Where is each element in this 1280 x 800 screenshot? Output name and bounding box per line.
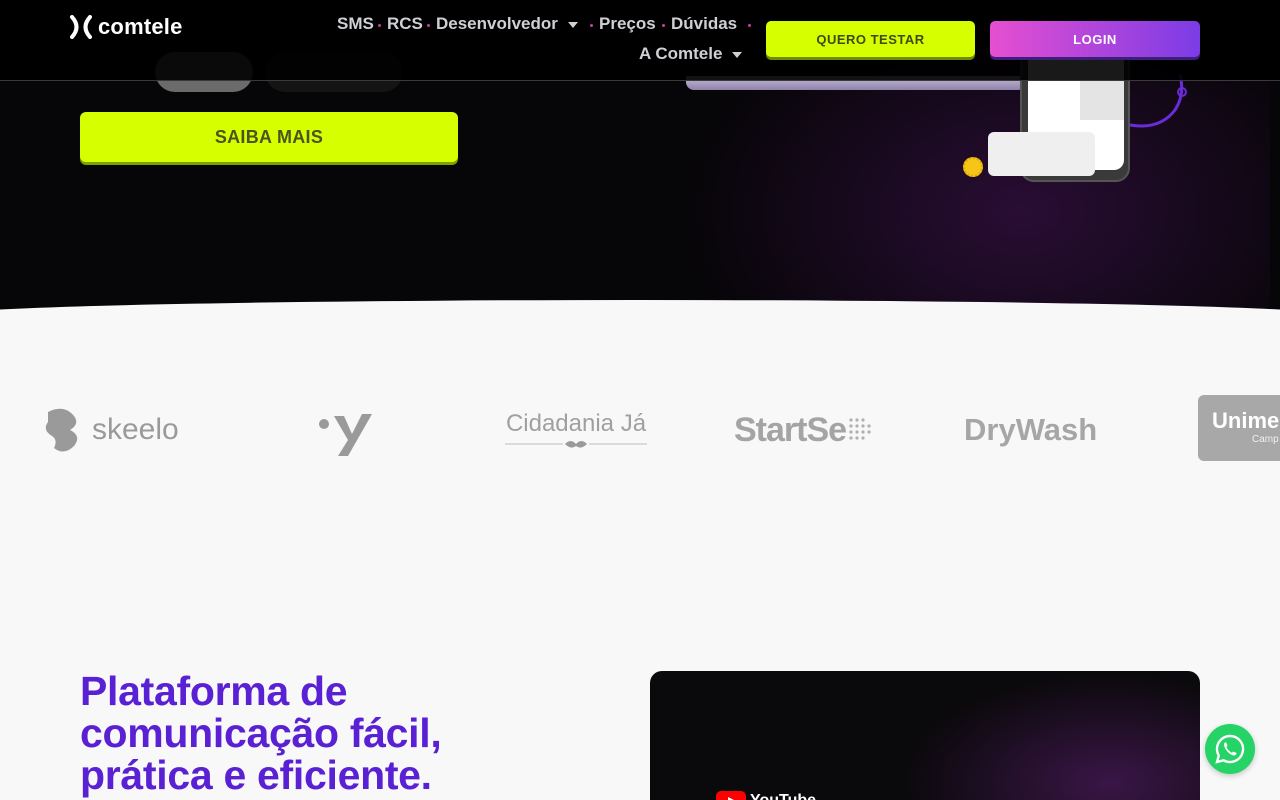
youtube-icon xyxy=(716,791,746,800)
whatsapp-icon[interactable] xyxy=(1205,724,1255,774)
youtube-logo: YouTube xyxy=(716,791,816,800)
coin-icon xyxy=(963,157,983,177)
nav-separator xyxy=(662,24,665,27)
hero-curve-divider xyxy=(0,300,1280,320)
nav-item-label: A Comtele xyxy=(639,44,723,63)
unimed-text: Unime xyxy=(1212,408,1280,433)
nav-separator xyxy=(427,24,430,27)
logo-text: comtele xyxy=(98,14,183,39)
nav-item-label: Desenvolvedor xyxy=(436,14,558,33)
skeelo-logo: skeelo xyxy=(40,390,179,470)
y-logo: y xyxy=(316,390,376,470)
cidadania-ja-text: Cidadania Já xyxy=(505,410,647,437)
nav-separator xyxy=(590,24,593,27)
saiba-mais-button[interactable]: SAIBA MAIS xyxy=(80,112,458,162)
startse-text: StartSe xyxy=(734,410,847,449)
nav-separator xyxy=(378,24,381,27)
comtele-logo[interactable]: comtele xyxy=(70,14,183,40)
unimed-subtext: Camp xyxy=(1252,434,1279,445)
nav-item-rcs[interactable]: RCS xyxy=(387,14,423,34)
nav-separator xyxy=(748,24,751,27)
cidadania-ja-logo: Cidadania Já xyxy=(505,390,647,470)
mustache-icon xyxy=(505,441,647,448)
drywash-logo: DryWash xyxy=(964,390,1097,470)
phone-screen-block xyxy=(1080,80,1124,120)
startse-logo: StartSe xyxy=(734,390,874,470)
client-logos-strip: skeelo y Cidadania Já StartSe DryWash xyxy=(0,390,1280,470)
login-button[interactable]: LOGIN xyxy=(990,21,1200,57)
whatsapp-glyph xyxy=(1215,734,1245,764)
skeelo-icon xyxy=(45,408,78,452)
nav-item-precos[interactable]: Preços xyxy=(599,14,656,34)
youtube-text: YouTube xyxy=(750,792,816,800)
nav-item-desenvolvedor[interactable]: Desenvolvedor xyxy=(436,14,578,34)
section-headline: Plataforma de comunicação fácil, prática… xyxy=(80,668,442,798)
chevron-down-icon xyxy=(567,21,578,28)
nav-item-a-comtele[interactable]: A Comtele xyxy=(639,44,743,64)
top-navbar: comtele SMS RCS Desenvolvedor Preços Dúv… xyxy=(0,0,1280,81)
chevron-down-icon xyxy=(732,51,743,58)
quero-testar-button[interactable]: QUERO TESTAR xyxy=(766,21,975,57)
y-icon xyxy=(319,414,372,456)
nav-item-duvidas[interactable]: Dúvidas xyxy=(671,14,737,34)
nav-item-sms[interactable]: SMS xyxy=(337,14,374,34)
message-card xyxy=(988,132,1095,176)
comtele-logo-icon xyxy=(70,15,92,39)
skeelo-text: skeelo xyxy=(92,413,179,446)
video-embed[interactable]: YouTube xyxy=(650,671,1200,800)
drywash-text: DryWash xyxy=(964,412,1098,447)
video-glow xyxy=(900,671,1200,800)
dots-grid-icon xyxy=(849,418,871,440)
